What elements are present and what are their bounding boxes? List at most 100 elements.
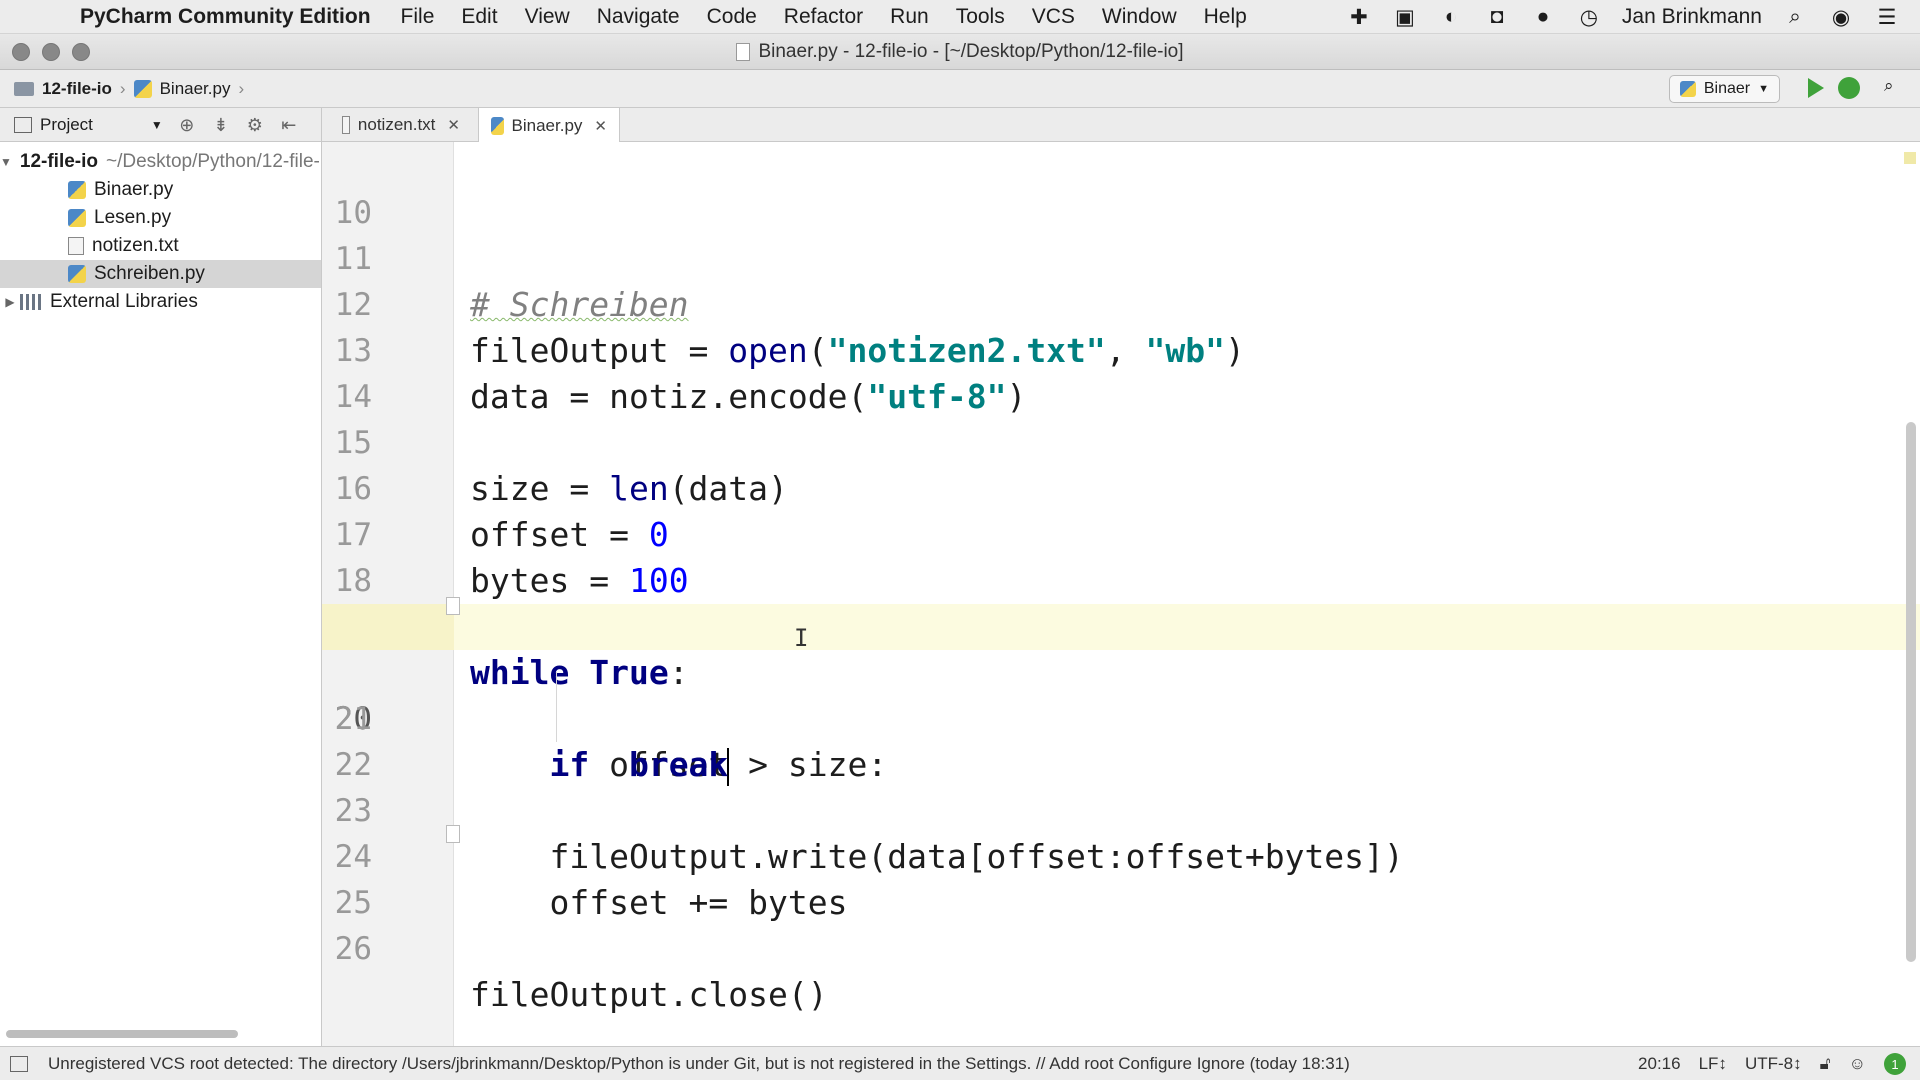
code-line[interactable]: 18 bbox=[322, 512, 1920, 599]
menu-refactor[interactable]: Refactor bbox=[784, 5, 863, 29]
debug-icon[interactable] bbox=[1838, 77, 1860, 99]
run-icon[interactable] bbox=[1808, 78, 1824, 98]
breadcrumb-separator-icon: › bbox=[119, 78, 126, 98]
screen-recorder-icon[interactable]: ▣ bbox=[1392, 4, 1418, 30]
window-title: Binaer.py - 12-file-io - [~/Desktop/Pyth… bbox=[758, 40, 1184, 62]
plus-icon[interactable]: ✚ bbox=[1346, 4, 1372, 30]
horizontal-scrollbar[interactable] bbox=[6, 1030, 238, 1038]
fold-toggle-icon[interactable] bbox=[446, 597, 460, 615]
caret-position[interactable]: 20:16 bbox=[1638, 1054, 1681, 1074]
code-line[interactable]: 17 bytes = 100 bbox=[322, 466, 1920, 600]
leaf-icon[interactable]: ◐ bbox=[1438, 4, 1464, 30]
breadcrumb-separator-icon: › bbox=[238, 78, 245, 98]
close-icon[interactable]: ✕ bbox=[447, 116, 460, 134]
locate-file-icon[interactable]: ⊕ bbox=[177, 115, 197, 135]
menu-navigate[interactable]: Navigate bbox=[597, 5, 680, 29]
current-code-line[interactable]: 20 if offset > size: bbox=[322, 604, 1920, 786]
tool-row: Project ▼ ⊕ ⇟ ⚙ ⇤ notizen.txt ✕ Binaer.p… bbox=[0, 108, 1920, 143]
search-everywhere-icon[interactable]: ⌕ bbox=[1884, 76, 1910, 102]
run-configuration-dropdown[interactable]: Binaer ▼ bbox=[1668, 75, 1780, 103]
collapsed-arrow-icon[interactable]: ▶ bbox=[0, 295, 20, 309]
tree-item-path: ~/Desktop/Python/12-file-io bbox=[106, 151, 321, 172]
code-line[interactable]: 22 bbox=[322, 696, 1920, 783]
chat-bubble-icon[interactable]: ● bbox=[1530, 4, 1556, 30]
tree-item-label: External Libraries bbox=[50, 291, 198, 312]
folder-icon bbox=[14, 81, 34, 96]
minimize-window-button[interactable] bbox=[42, 43, 60, 61]
tree-item-external-libraries[interactable]: ▶ External Libraries bbox=[0, 288, 321, 316]
tree-item-label: Binaer.py bbox=[94, 179, 174, 200]
tree-item-lesen-py[interactable]: Lesen.py bbox=[0, 204, 321, 232]
tree-item-binaer-py[interactable]: Binaer.py bbox=[0, 176, 321, 204]
close-window-button[interactable] bbox=[12, 43, 30, 61]
tree-item-12-file-io[interactable]: ▼ 12-file-io ~/Desktop/Python/12-file-io bbox=[0, 148, 321, 176]
fold-end-icon[interactable] bbox=[446, 825, 460, 843]
menu-view[interactable]: View bbox=[525, 5, 570, 29]
code-line[interactable]: 24 offset += bytes bbox=[322, 788, 1920, 922]
code-line[interactable]: 25 bbox=[322, 834, 1920, 921]
python-file-icon bbox=[491, 116, 504, 135]
user-name[interactable]: Jan Brinkmann bbox=[1622, 5, 1762, 29]
menu-run[interactable]: Run bbox=[890, 5, 929, 29]
zoom-window-button[interactable] bbox=[72, 43, 90, 61]
notification-center-icon[interactable]: ☰ bbox=[1874, 4, 1900, 30]
camera-icon[interactable]: ◘ bbox=[1484, 4, 1510, 30]
status-bar: Unregistered VCS root detected: The dire… bbox=[0, 1046, 1920, 1080]
lock-icon[interactable]: 🔓︎ bbox=[1820, 1054, 1831, 1074]
code-line[interactable]: 21 break bbox=[322, 650, 1920, 784]
project-panel-header: Project ▼ ⊕ ⇟ ⚙ ⇤ bbox=[0, 108, 322, 142]
tab-binaer-py[interactable]: Binaer.py ✕ bbox=[478, 108, 620, 143]
code-line[interactable]: 13 data = notiz.encode("utf-8") bbox=[322, 282, 1920, 416]
breadcrumb-file[interactable]: Binaer.py bbox=[133, 78, 231, 99]
text-cursor-icon: I bbox=[794, 624, 809, 652]
tree-item-label: Lesen.py bbox=[94, 207, 172, 228]
inspector-icon[interactable]: ☺︎ bbox=[1849, 1054, 1866, 1074]
code-line[interactable]: 16 offset = 0 bbox=[322, 420, 1920, 554]
system-menubar: PyCharm Community Edition File Edit View… bbox=[0, 0, 1920, 34]
collapse-all-icon[interactable]: ⇟ bbox=[211, 115, 231, 135]
tree-item-label: 12-file-io bbox=[19, 151, 99, 172]
code-line[interactable]: 23 fileOutput.write(data[offset:offset+b… bbox=[322, 742, 1920, 876]
siri-icon[interactable]: ◉ bbox=[1828, 4, 1854, 30]
menu-vcs[interactable]: VCS bbox=[1032, 5, 1075, 29]
tree-item-notizen-txt[interactable]: notizen.txt bbox=[0, 232, 321, 260]
time-machine-icon[interactable]: ◷ bbox=[1576, 4, 1602, 30]
menu-help[interactable]: Help bbox=[1204, 5, 1247, 29]
breadcrumb-file-label: Binaer.py bbox=[159, 78, 231, 98]
code-editor[interactable]: 10 11 # Schreiben 12 fileOutput = open("… bbox=[322, 142, 1920, 1046]
hide-panel-icon[interactable]: ⇤ bbox=[279, 115, 299, 135]
event-log-badge[interactable]: 1 bbox=[1884, 1053, 1906, 1075]
vertical-scrollbar[interactable] bbox=[1906, 422, 1916, 962]
expanded-arrow-icon[interactable]: ▼ bbox=[0, 155, 12, 169]
spotlight-search-icon[interactable]: ⌕ bbox=[1782, 4, 1808, 30]
project-view-label[interactable]: Project bbox=[40, 115, 93, 135]
status-message[interactable]: Unregistered VCS root detected: The dire… bbox=[48, 1054, 1350, 1074]
code-line[interactable]: 11 # Schreiben bbox=[322, 190, 1920, 324]
code-line[interactable]: 19 while True: bbox=[322, 558, 1920, 692]
encoding-selector[interactable]: UTF-8↕ bbox=[1745, 1054, 1802, 1074]
code-line[interactable]: 15 size = len(data) bbox=[322, 374, 1920, 508]
tool-windows-icon[interactable] bbox=[10, 1055, 28, 1072]
gear-icon[interactable]: ⚙ bbox=[245, 115, 265, 135]
menu-edit[interactable]: Edit bbox=[461, 5, 497, 29]
tree-item-label: Schreiben.py bbox=[94, 263, 205, 284]
chevron-down-icon[interactable]: ▼ bbox=[151, 118, 163, 132]
tree-item-schreiben-py[interactable]: Schreiben.py bbox=[0, 260, 321, 288]
menu-tools[interactable]: Tools bbox=[956, 5, 1005, 29]
menu-window[interactable]: Window bbox=[1102, 5, 1177, 29]
python-file-icon bbox=[133, 79, 152, 98]
menu-file[interactable]: File bbox=[401, 5, 435, 29]
tab-notizen-txt[interactable]: notizen.txt ✕ bbox=[330, 108, 472, 142]
project-tree: ▼ 12-file-io ~/Desktop/Python/12-file-io… bbox=[0, 142, 322, 1046]
code-text: fileOutput.close() bbox=[470, 975, 828, 1014]
code-line[interactable]: 12 fileOutput = open("notizen2.txt", "wb… bbox=[322, 236, 1920, 370]
python-file-icon bbox=[68, 181, 86, 199]
line-separator-selector[interactable]: LF↕ bbox=[1699, 1054, 1727, 1074]
app-name-menu[interactable]: PyCharm Community Edition bbox=[80, 5, 371, 29]
menu-code[interactable]: Code bbox=[707, 5, 757, 29]
code-line[interactable]: 10 bbox=[322, 144, 1920, 231]
breadcrumb-project[interactable]: 12-file-io bbox=[14, 79, 112, 99]
code-line[interactable]: 14 bbox=[322, 328, 1920, 415]
code-line[interactable]: 26 fileOutput.close() bbox=[322, 880, 1920, 1014]
close-icon[interactable]: ✕ bbox=[594, 117, 607, 135]
